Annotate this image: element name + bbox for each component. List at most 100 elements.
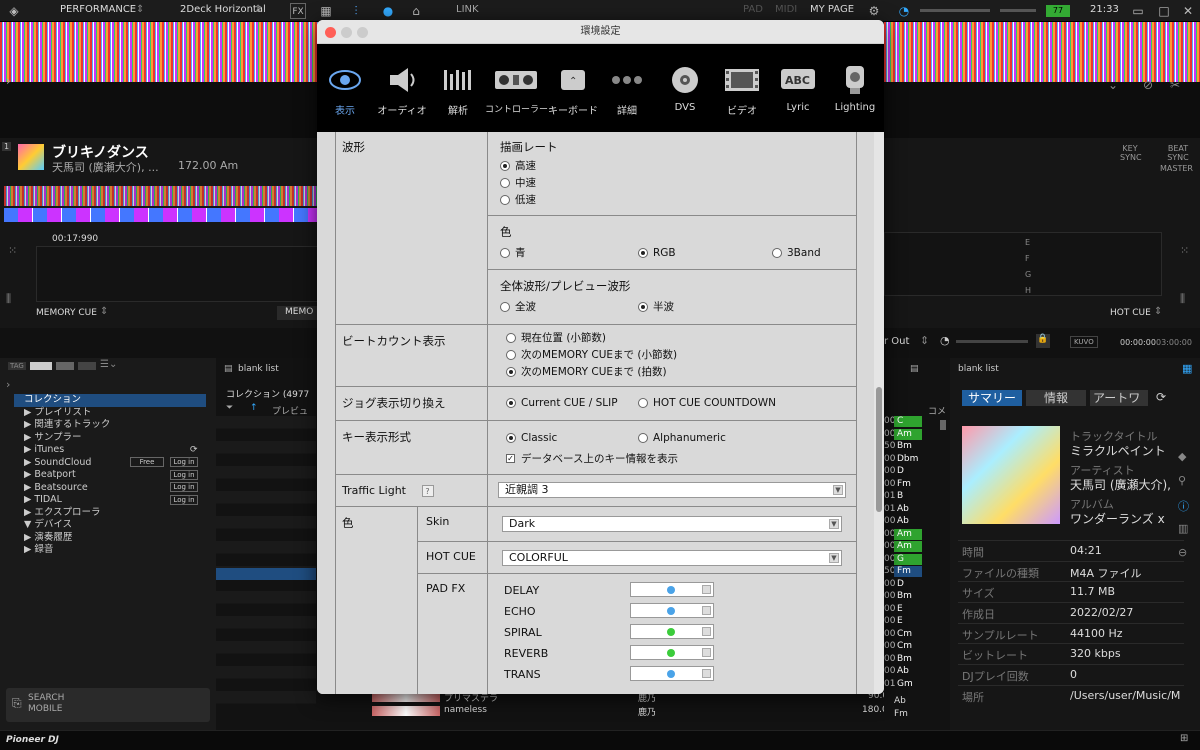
db-key-checkbox[interactable]: ✓ データベース上のキー情報を表示 (506, 450, 678, 467)
key-cell-row[interactable]: 00 D (884, 466, 940, 478)
link-icon[interactable]: ⊖ (1178, 546, 1200, 570)
mode-selector[interactable]: PERFORMANCE (60, 4, 136, 15)
tab-keyboard[interactable]: ⌃ キーボード (547, 44, 599, 132)
add-icon[interactable]: ⊞ (1180, 733, 1188, 744)
key-cell-row[interactable]: 00 Am (884, 541, 940, 553)
fader-chevron-icon[interactable]: ⇕ (920, 334, 929, 347)
minimize-window-button[interactable] (341, 27, 352, 38)
sampler-icon[interactable]: ⌂ (408, 3, 424, 19)
close-icon[interactable]: ✕ (1180, 3, 1196, 19)
memory-cue-button[interactable]: MEMO (277, 306, 319, 320)
tree-devices[interactable]: ▼ デバイス (14, 519, 206, 532)
selected-track-row[interactable] (216, 568, 316, 580)
pin-icon[interactable]: ⚲ (1178, 474, 1200, 498)
close-window-button[interactable] (325, 27, 336, 38)
tag-button[interactable]: TAG (8, 362, 26, 370)
key-cell-row[interactable]: 50 Bm (884, 441, 940, 453)
pad-button[interactable]: PAD (743, 4, 763, 15)
tab-lyric[interactable]: ABC Lyric (777, 44, 819, 132)
bars-icon[interactable]: ⫼ (6, 292, 11, 306)
volume-slider[interactable] (1000, 9, 1036, 12)
link-button[interactable]: LINK (456, 4, 479, 15)
fx-icon[interactable]: FX (290, 3, 306, 19)
filter-icon[interactable]: ⏷ (226, 403, 233, 413)
key-cell-row[interactable]: 00 Ab (884, 516, 940, 528)
tab-controller[interactable]: コントローラー (485, 44, 548, 132)
rate-slow-radio[interactable]: 低速 (500, 191, 844, 208)
key-cell-row[interactable]: 00 Fm (884, 479, 940, 491)
link-icon[interactable]: ⊘ (1143, 78, 1153, 92)
fx-delay-color-select[interactable] (630, 582, 714, 597)
tab-advanced[interactable]: 詳細 (607, 44, 647, 132)
search-mobile-button[interactable]: ⎘ SEARCH MOBILE (6, 688, 210, 722)
key-cell-row[interactable]: 00 G (884, 553, 940, 566)
key-cell-row[interactable]: 50 Fm (884, 566, 940, 578)
deck1-waveform[interactable] (4, 186, 318, 206)
fx-reverb-color-select[interactable] (630, 645, 714, 660)
rekordbox-logo-icon[interactable]: ◈ (6, 3, 22, 19)
deck2-overview-waveform[interactable] (884, 22, 1200, 82)
tag-icon[interactable]: ◆ (1178, 450, 1200, 474)
list-scrollbar[interactable] (940, 420, 946, 430)
tab-analysis[interactable]: 解析 (437, 44, 479, 132)
key-cell-row[interactable]: 00 E (884, 616, 940, 628)
key-classic-radio[interactable]: Classic (506, 429, 557, 446)
tree-itunes[interactable]: ▶ iTunes (14, 444, 206, 457)
tidal-login-button[interactable]: Log in (170, 495, 198, 505)
window-restore-icon[interactable]: ▭ (1130, 3, 1146, 19)
mixer-icon[interactable]: ⫶ (348, 3, 364, 19)
tree-history[interactable]: ▶ 演奏履歴 (14, 532, 206, 545)
lock-icon[interactable]: 🔒 (1036, 334, 1050, 348)
help-icon[interactable]: ? (421, 485, 434, 497)
key-cell-row[interactable]: 00 Bm (884, 654, 940, 666)
beatcount-next-memory-bars-radio[interactable]: 次のMEMORY CUEまで (小節数) (506, 346, 838, 363)
window-maximize-icon[interactable]: □ (1156, 3, 1172, 19)
jog-hot-cue-countdown-radio[interactable]: HOT CUE COUNTDOWN (638, 394, 776, 411)
beatcount-position-radio[interactable]: 現在位置 (小節数) (506, 329, 838, 346)
panel-toggle-icon[interactable]: ▦ (1182, 362, 1192, 375)
color-rgb-radio[interactable]: RGB (638, 244, 676, 261)
tab-info[interactable]: 情報 (1026, 390, 1086, 406)
tree-sampler[interactable]: ▶ サンプラー (14, 432, 206, 445)
hot-cue-color-select[interactable]: COLORFUL ▼ (502, 550, 842, 566)
traffic-light-select[interactable]: 近親調 3 ▼ (498, 482, 846, 498)
color-3band-radio[interactable]: 3Band (772, 244, 821, 261)
view-toggle-2[interactable] (56, 362, 74, 370)
grid-icon[interactable]: ▦ (318, 3, 334, 19)
key-cell-row[interactable]: 00 C (884, 416, 940, 428)
layout-selector[interactable]: 2Deck Horizontal (180, 4, 266, 15)
deck1-overview-waveform[interactable] (0, 22, 318, 82)
memory-cue-chevron-icon[interactable]: ⇕ (100, 306, 108, 317)
view-toggle-1[interactable] (30, 362, 52, 370)
sort-up-icon[interactable]: ↑ (250, 403, 258, 413)
beat-sync-button[interactable]: BEAT SYNC (1164, 144, 1192, 162)
fx-spiral-color-select[interactable] (630, 624, 714, 639)
key-cell-row[interactable]: 00 E (884, 604, 940, 616)
mode-chevron-icon[interactable]: ⇕ (136, 4, 144, 15)
tab-dvs[interactable]: DVS (665, 44, 705, 132)
key-cell-row[interactable]: 01 B (884, 491, 940, 503)
view-toggle-3[interactable] (78, 362, 96, 370)
deck1-zoom-waveform[interactable] (36, 246, 318, 302)
fx-trans-color-select[interactable] (630, 666, 714, 681)
tab-video[interactable]: ビデオ (719, 44, 765, 132)
tree-explorer[interactable]: ▶ エクスプローラ (14, 507, 206, 520)
info-icon[interactable]: ⓘ (1178, 498, 1200, 522)
skin-select[interactable]: Dark ▼ (502, 516, 842, 532)
tree-recordings[interactable]: ▶ 録音 (14, 544, 206, 557)
cut-icon[interactable]: ✂ (1170, 78, 1180, 92)
key-cell-row[interactable]: 00 Cm (884, 629, 940, 641)
midi-button[interactable]: MIDI (775, 4, 797, 15)
tab-display[interactable]: 表示 (325, 44, 365, 132)
key-cell-row[interactable]: 00 Cm (884, 641, 940, 653)
track-rows[interactable] (216, 416, 316, 716)
scroll-left-icon[interactable]: › (6, 74, 11, 88)
expand-icon[interactable]: › (6, 378, 10, 391)
key-alphanumeric-radio[interactable]: Alphanumeric (638, 429, 726, 446)
list-menu-icon[interactable]: ☰⌄ (100, 359, 117, 370)
tree-related-tracks[interactable]: ▶ 関連するトラック (14, 419, 206, 432)
track-title[interactable]: nameless (444, 705, 487, 715)
key-sync-button[interactable]: KEY SYNC (1120, 144, 1142, 162)
key-cell-row[interactable]: 00 Am (884, 528, 940, 541)
beatsource-login-button[interactable]: Log in (170, 482, 198, 492)
